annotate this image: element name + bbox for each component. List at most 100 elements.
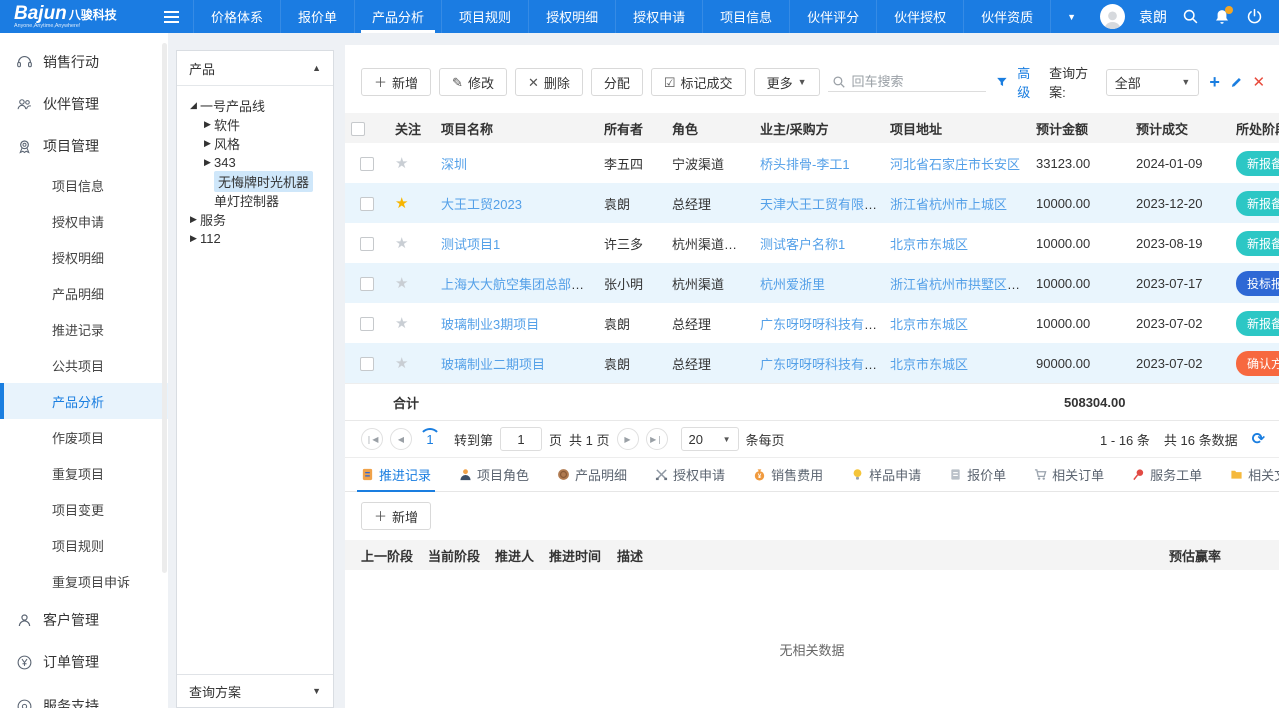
nav-item-auth-detail[interactable]: 授权明细 [528,0,615,33]
buyer-link[interactable]: 杭州爱浙里 [760,277,825,292]
last-page-button[interactable]: ▶❘ [646,428,668,450]
nav-item-project-rules[interactable]: 项目规则 [441,0,528,33]
project-name-link[interactable]: 上海大大航空集团总部大楼... [441,277,598,292]
sidebar-scrollbar[interactable] [162,43,167,573]
tab-project-roles[interactable]: 项目角色 [459,458,529,491]
filter-funnel-icon[interactable] [996,75,1008,89]
sidebar-item-project-changes[interactable]: 项目变更 [0,491,168,527]
address-link[interactable]: 河北省石家庄市长安区 [890,157,1020,172]
plan-select[interactable]: 全部 ▼ [1106,69,1200,96]
star-icon[interactable]: ★ [395,155,408,172]
tab-push-records[interactable]: 推进记录 [361,458,431,491]
nav-item-partner-score[interactable]: 伙伴评分 [789,0,876,33]
row-checkbox[interactable] [360,197,374,211]
table-row[interactable]: ★ 深圳 李五四 宁波渠道 桥头排骨-李工1 河北省石家庄市长安区 33123.… [345,143,1279,183]
project-name-link[interactable]: 玻璃制业二期项目 [441,357,545,372]
power-icon[interactable] [1245,8,1263,26]
advanced-link[interactable]: 高级 [1017,63,1039,101]
address-link[interactable]: 北京市东城区 [890,237,968,252]
sidebar-item-auth-detail[interactable]: 授权明细 [0,239,168,275]
avatar[interactable] [1100,4,1125,29]
tab-service-orders[interactable]: 服务工单 [1132,458,1202,491]
tab-related-orders[interactable]: 相关订单 [1034,458,1104,491]
nav-item-partner-quality[interactable]: 伙伴资质 [963,0,1051,33]
buyer-link[interactable]: 广东呀呀呀科技有限... [760,317,884,332]
tree-node-343[interactable]: ▶ 343 [183,153,327,172]
tree-collapsed-arrow-icon[interactable]: ▶ [201,157,214,168]
star-icon[interactable]: ★ [395,235,408,252]
tree-node-service[interactable]: ▶ 服务 [183,210,327,229]
star-icon[interactable]: ★ [395,315,408,332]
row-checkbox[interactable] [360,277,374,291]
sidebar-item-public-projects[interactable]: 公共项目 [0,347,168,383]
row-checkbox[interactable] [360,157,374,171]
search-icon[interactable] [1181,8,1199,26]
nav-item-price-system[interactable]: 价格体系 [193,0,280,33]
buyer-link[interactable]: 桥头排骨-李工1 [760,157,850,172]
address-link[interactable]: 浙江省杭州市拱墅区建国北... [890,277,1030,292]
tab-auth-apply[interactable]: 授权申请 [655,458,725,491]
query-plan-footer[interactable]: 查询方案 ▼ [177,674,333,707]
col-owner[interactable]: 所有者 [598,113,666,143]
tree-expanded-arrow-icon[interactable]: ◢ [187,100,200,111]
tree-node-lamp-controller[interactable]: 单灯控制器 [183,191,327,210]
delete-button[interactable]: ✕删除 [515,68,583,96]
tab-quotation[interactable]: 报价单 [949,458,1006,491]
add-plan-icon[interactable]: + [1209,73,1220,91]
select-all-checkbox[interactable] [351,122,365,136]
address-link[interactable]: 北京市东城区 [890,357,968,372]
col-amount[interactable]: 预计金额 [1030,113,1130,143]
col-role[interactable]: 角色 [666,113,754,143]
buyer-link[interactable]: 测试客户名称1 [760,237,845,252]
tab-related-files[interactable]: 相关文件 [1230,458,1279,491]
tab-sample-apply[interactable]: 样品申请 [851,458,921,491]
row-checkbox[interactable] [360,317,374,331]
tree-node-software[interactable]: ▶ 软件 [183,115,327,134]
current-page[interactable]: 1 [419,428,441,450]
sidebar-group-service-support[interactable]: 服务支持 [0,685,168,708]
nav-item-auth-apply[interactable]: 授权申请 [615,0,702,33]
hamburger-icon[interactable] [150,0,193,33]
row-checkbox[interactable] [360,237,374,251]
tree-collapsed-arrow-icon[interactable]: ▶ [187,214,200,225]
assign-button[interactable]: 分配 [591,68,643,96]
col-buyer[interactable]: 业主/采购方 [754,113,884,143]
sidebar-item-product-analysis[interactable]: 产品分析 [0,383,168,419]
next-page-button[interactable]: ▶ [617,428,639,450]
first-page-button[interactable]: ❘◀ [361,428,383,450]
nav-item-product-analysis[interactable]: 产品分析 [354,0,441,33]
mark-deal-button[interactable]: ☑标记成交 [651,68,746,96]
table-row[interactable]: ★ 玻璃制业二期项目 袁朗 总经理 广东呀呀呀科技有限... 北京市东城区 90… [345,343,1279,383]
table-row[interactable]: ★ 测试项目1 许三多 杭州渠道经理 测试客户名称1 北京市东城区 10000.… [345,223,1279,263]
nav-item-partner-auth[interactable]: 伙伴授权 [876,0,963,33]
delete-plan-icon[interactable]: ✕ [1252,75,1265,90]
sidebar-group-order-mgmt[interactable]: 订单管理 [0,641,168,683]
sidebar-group-sales-action[interactable]: 销售行动 [0,41,168,83]
table-row[interactable]: ★ 玻璃制业3期项目 袁朗 总经理 广东呀呀呀科技有限... 北京市东城区 10… [345,303,1279,343]
sidebar-item-project-info[interactable]: 项目信息 [0,167,168,203]
edit-button[interactable]: ✎修改 [439,68,507,96]
col-stage[interactable]: 所处阶段 [1230,113,1279,143]
nav-item-project-info[interactable]: 项目信息 [702,0,789,33]
add-button[interactable]: ＋新增 [361,68,431,96]
sidebar-item-project-rules[interactable]: 项目规则 [0,527,168,563]
sidebar-item-auth-apply[interactable]: 授权申请 [0,203,168,239]
nav-item-quotation[interactable]: 报价单 [280,0,354,33]
table-row[interactable]: ★ 大王工贸2023 袁朗 总经理 天津大王工贸有限公司 浙江省杭州市上城区 1… [345,183,1279,223]
prev-page-button[interactable]: ◀ [390,428,412,450]
detail-add-button[interactable]: ＋新增 [361,502,431,530]
sidebar-group-customer-mgmt[interactable]: 客户管理 [0,599,168,641]
sidebar-item-voided-projects[interactable]: 作废项目 [0,419,168,455]
tree-node-112[interactable]: ▶ 112 [183,229,327,248]
edit-plan-pencil-icon[interactable] [1230,75,1243,90]
star-icon[interactable]: ★ [395,195,408,212]
address-link[interactable]: 浙江省杭州市上城区 [890,197,1007,212]
buyer-link[interactable]: 天津大王工贸有限公司 [760,197,884,212]
col-name[interactable]: 项目名称 [435,113,598,143]
star-icon[interactable]: ★ [395,275,408,292]
tree-node-product-line-1[interactable]: ◢ 一号产品线 [183,96,327,115]
sidebar-item-push-records[interactable]: 推进记录 [0,311,168,347]
per-page-select[interactable]: 20 ▼ [681,427,739,451]
user-name[interactable]: 袁朗 [1139,7,1167,27]
tab-product-detail[interactable]: 产品明细 [557,458,627,491]
